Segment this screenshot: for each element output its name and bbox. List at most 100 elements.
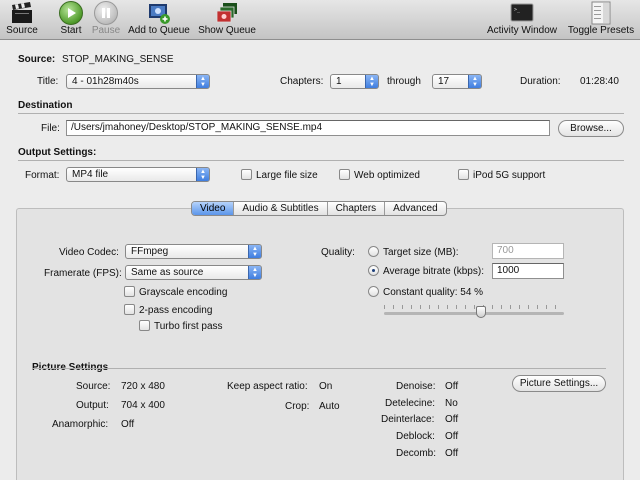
- tab-chapters[interactable]: Chapters: [328, 202, 386, 215]
- deblock-value: Off: [445, 431, 459, 442]
- anamorphic-value: Off: [121, 419, 135, 430]
- chapter-start-popup[interactable]: 1 ▲ ▼: [330, 74, 379, 89]
- duration-value: 01:28:40: [580, 76, 619, 87]
- clapperboard-icon: [10, 1, 34, 25]
- target-size-label: Target size (MB):: [383, 247, 459, 258]
- constant-quality-radio[interactable]: [368, 286, 379, 297]
- pause-label: Pause: [91, 25, 121, 36]
- toggle-presets-button[interactable]: Toggle Presets: [564, 0, 638, 40]
- add-to-queue-icon: [147, 1, 171, 25]
- show-queue-label: Show Queue: [198, 25, 256, 36]
- popup-arrows-icon: ▲ ▼: [196, 75, 209, 88]
- format-popup[interactable]: MP4 file ▲ ▼: [66, 167, 210, 182]
- terminal-icon: >_: [510, 1, 534, 25]
- turbo-first-pass-label: Turbo first pass: [154, 321, 223, 332]
- keep-aspect-label: Keep aspect ratio:: [227, 381, 308, 392]
- video-codec-popup[interactable]: FFmpeg ▲ ▼: [125, 244, 262, 259]
- large-file-checkbox[interactable]: [241, 169, 252, 180]
- destination-separator: [18, 113, 624, 114]
- toolbar: Source Start Pause Add to Queue Show Que…: [0, 0, 640, 40]
- quality-slider[interactable]: [384, 312, 564, 315]
- constant-quality-label: Constant quality: 54 %: [383, 287, 484, 298]
- file-path-field[interactable]: /Users/jmahoney/Desktop/STOP_MAKING_SENS…: [66, 120, 550, 136]
- ipod-support-checkbox[interactable]: [458, 169, 469, 180]
- detelecine-value: No: [445, 398, 458, 409]
- output-separator: [18, 160, 624, 161]
- two-pass-label: 2-pass encoding: [139, 305, 213, 316]
- video-codec-value: FFmpeg: [131, 246, 169, 257]
- presets-drawer-icon: [589, 1, 613, 25]
- queue-stack-icon: [215, 1, 239, 25]
- duration-label: Duration:: [520, 76, 561, 87]
- chapter-end-popup[interactable]: 17 ▲ ▼: [432, 74, 482, 89]
- target-size-field[interactable]: 700: [492, 243, 564, 259]
- picture-source-label: Source:: [76, 381, 111, 392]
- tab-video[interactable]: Video: [192, 202, 235, 215]
- deinterlace-label: Deinterlace:: [381, 414, 435, 425]
- decomb-value: Off: [445, 448, 459, 459]
- average-bitrate-radio[interactable]: [368, 265, 379, 276]
- turbo-first-pass-checkbox[interactable]: [139, 320, 150, 331]
- title-popup[interactable]: 4 - 01h28m40s ▲ ▼: [66, 74, 210, 89]
- target-size-radio[interactable]: [368, 246, 379, 257]
- picture-separator: [32, 368, 606, 369]
- pause-icon: [94, 1, 118, 25]
- tab-advanced[interactable]: Advanced: [385, 202, 445, 215]
- activity-window-label: Activity Window: [486, 25, 557, 36]
- play-icon: [59, 1, 83, 25]
- file-label: File:: [41, 123, 60, 134]
- crop-value: Auto: [319, 401, 340, 412]
- framerate-label: Framerate (FPS):: [44, 268, 122, 279]
- pause-button[interactable]: Pause: [90, 0, 122, 40]
- popup-arrows-icon: ▲ ▼: [365, 75, 378, 88]
- picture-settings-button[interactable]: Picture Settings...: [512, 375, 606, 392]
- source-name: STOP_MAKING_SENSE: [62, 54, 174, 65]
- start-label: Start: [60, 25, 82, 36]
- popup-arrows-icon: ▲ ▼: [248, 266, 261, 279]
- source-heading: Source:: [18, 54, 56, 65]
- average-bitrate-field[interactable]: 1000: [492, 263, 564, 279]
- output-settings-heading: Output Settings:: [18, 147, 97, 158]
- source-label: Source: [6, 25, 38, 36]
- grayscale-label: Grayscale encoding: [139, 287, 228, 298]
- show-queue-button[interactable]: Show Queue: [196, 0, 258, 40]
- title-popup-value: 4 - 01h28m40s: [72, 76, 139, 87]
- source-button[interactable]: Source: [2, 0, 42, 40]
- ipod-support-label: iPod 5G support: [473, 170, 546, 181]
- format-label: Format:: [25, 170, 60, 181]
- svg-text:>_: >_: [514, 7, 521, 13]
- anamorphic-label: Anamorphic:: [52, 419, 109, 430]
- framerate-value: Same as source: [131, 267, 204, 278]
- format-popup-value: MP4 file: [72, 169, 109, 180]
- browse-button[interactable]: Browse...: [558, 120, 624, 137]
- chapters-label: Chapters:: [280, 76, 324, 87]
- picture-source-value: 720 x 480: [121, 381, 165, 392]
- title-label: Title:: [37, 76, 59, 87]
- quality-label: Quality:: [321, 247, 355, 258]
- settings-tabs: Video Audio & Subtitles Chapters Advance…: [191, 201, 447, 216]
- picture-output-value: 704 x 400: [121, 400, 165, 411]
- web-optimized-checkbox[interactable]: [339, 169, 350, 180]
- activity-window-button[interactable]: >_ Activity Window: [484, 0, 560, 40]
- two-pass-checkbox[interactable]: [124, 304, 135, 315]
- grayscale-checkbox[interactable]: [124, 286, 135, 297]
- web-optimized-label: Web optimized: [354, 170, 420, 181]
- average-bitrate-label: Average bitrate (kbps):: [383, 266, 484, 277]
- toggle-presets-label: Toggle Presets: [567, 25, 635, 36]
- deblock-label: Deblock:: [396, 431, 435, 442]
- crop-label: Crop:: [285, 401, 310, 412]
- tab-audio-subtitles[interactable]: Audio & Subtitles: [234, 202, 328, 215]
- deinterlace-value: Off: [445, 414, 459, 425]
- chapter-end-value: 17: [438, 76, 450, 87]
- quality-slider-knob[interactable]: [476, 306, 487, 318]
- add-to-queue-button[interactable]: Add to Queue: [126, 0, 192, 40]
- popup-arrows-icon: ▲ ▼: [248, 245, 261, 258]
- start-button[interactable]: Start: [56, 0, 86, 40]
- destination-heading: Destination: [18, 100, 73, 111]
- through-label: through: [387, 76, 421, 87]
- chapter-start-value: 1: [336, 76, 342, 87]
- large-file-label: Large file size: [256, 170, 318, 181]
- framerate-popup[interactable]: Same as source ▲ ▼: [125, 265, 262, 280]
- denoise-value: Off: [445, 381, 459, 392]
- picture-output-label: Output:: [76, 400, 109, 411]
